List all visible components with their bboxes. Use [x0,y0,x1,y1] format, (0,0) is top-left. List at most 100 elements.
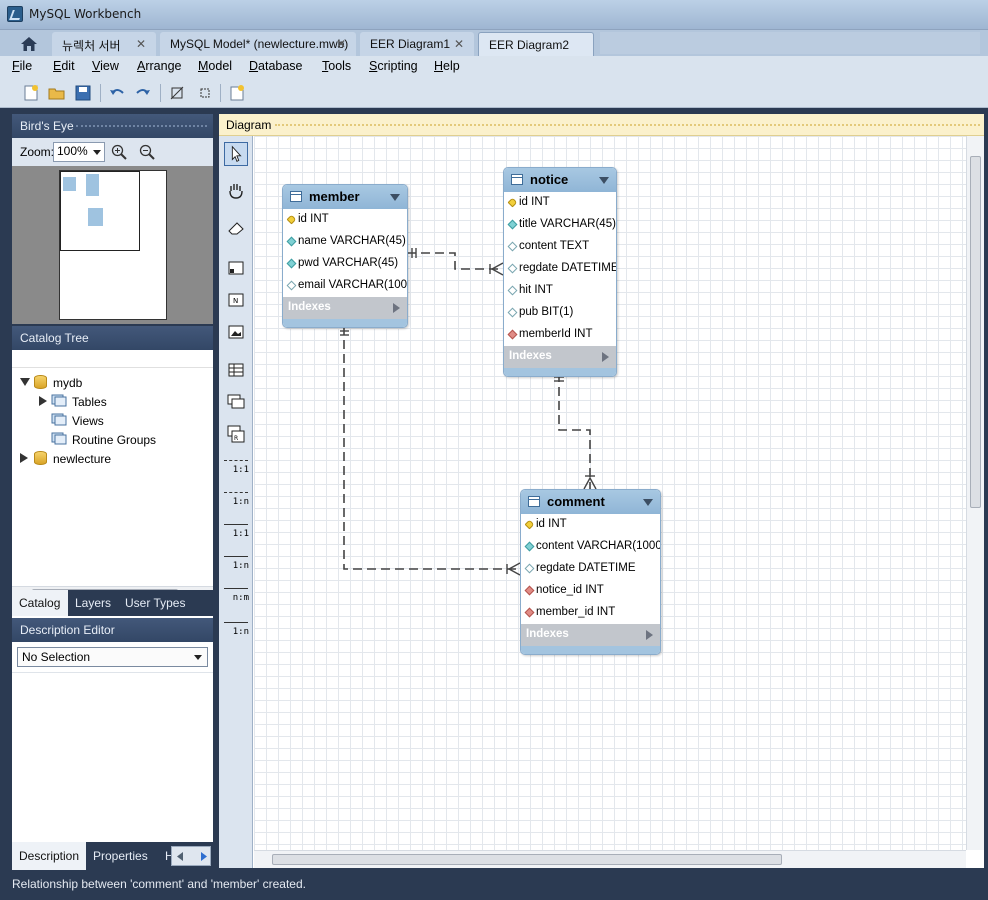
scrollbar-thumb[interactable] [970,156,981,508]
indexes-section[interactable]: Indexes [521,624,660,646]
diagram-vertical-scrollbar[interactable] [966,136,984,850]
entity-header[interactable]: member [283,185,407,209]
tab-model[interactable]: MySQL Model* (newlecture.mwb) ✕ [160,32,356,56]
close-icon[interactable]: ✕ [454,37,464,51]
entity-notice[interactable]: notice id INT title VARCHAR(45) content … [503,167,617,377]
column-row[interactable]: regdate DATETIME [504,258,616,280]
column-row[interactable]: member_id INT [521,602,660,624]
zoom-out-icon[interactable] [139,144,155,160]
menu-tools[interactable]: Tools [322,59,351,73]
relationship-member-comment[interactable] [343,326,520,570]
relationship-member-notice[interactable] [407,252,503,270]
tree-item-views[interactable]: Views [72,414,104,428]
layer-tool-icon[interactable] [224,256,248,280]
tab-user-types[interactable]: User Types [118,590,192,616]
column-row[interactable]: content TEXT [504,236,616,258]
close-icon[interactable]: ✕ [136,37,146,51]
collapse-icon[interactable] [20,453,28,463]
entity-header[interactable]: comment [521,490,660,514]
image-tool-icon[interactable] [224,320,248,344]
tab-layers[interactable]: Layers [68,590,118,616]
menu-database[interactable]: Database [249,59,303,73]
collapse-caret-icon[interactable] [390,194,400,201]
description-object-select[interactable]: No Selection [17,647,208,667]
note-tool-icon[interactable]: N [224,288,248,312]
entity-comment[interactable]: comment id INT content VARCHAR(1000) reg… [520,489,661,655]
expand-arrow-icon[interactable] [602,352,609,362]
menu-scripting[interactable]: Scripting [369,59,418,73]
column-row[interactable]: notice_id INT [521,580,660,602]
entity-header[interactable]: notice [504,168,616,192]
view-tool-icon[interactable] [224,390,248,414]
menu-arrange[interactable]: Arrange [137,59,181,73]
menu-help[interactable]: Help [434,59,460,73]
eraser-tool-icon[interactable] [224,216,248,240]
tree-item-newlecture[interactable]: newlecture [53,452,111,466]
close-icon[interactable]: ✕ [336,37,346,51]
table-tool-icon[interactable] [224,358,248,382]
save-icon[interactable] [74,84,92,102]
column-row[interactable]: regdate DATETIME [521,558,660,580]
tab-connection[interactable]: 뉴렉처 서버 ✕ [52,32,156,56]
toggle-grid-icon[interactable] [168,84,186,102]
collapse-caret-icon[interactable] [643,499,653,506]
expand-arrow-icon[interactable] [393,303,400,313]
undo-icon[interactable] [108,84,126,102]
tree-item-tables[interactable]: Tables [72,395,107,409]
new-diagram-icon[interactable] [228,84,246,102]
menu-edit[interactable]: Edit [53,59,75,73]
column-row[interactable]: memberId INT [504,324,616,346]
diagram-canvas[interactable]: member id INT name VARCHAR(45) pwd VARCH… [254,136,966,850]
entity-member[interactable]: member id INT name VARCHAR(45) pwd VARCH… [282,184,408,328]
tab-description[interactable]: Description [12,842,86,870]
align-grid-icon[interactable] [196,84,214,102]
column-row[interactable]: id INT [283,209,407,231]
rel-1-1-identifying[interactable]: 1:1 [222,520,250,542]
tab-eer-diagram2[interactable]: EER Diagram2 [478,32,594,56]
new-file-icon[interactable] [22,84,40,102]
open-folder-icon[interactable] [48,84,66,102]
tab-catalog[interactable]: Catalog [12,590,68,616]
column-row[interactable]: email VARCHAR(100) [283,275,407,297]
rel-1-1-non-identifying[interactable]: 1:1 [222,456,250,478]
expand-arrow-icon[interactable] [646,630,653,640]
menu-view[interactable]: View [92,59,119,73]
relationship-notice-comment[interactable] [558,373,591,489]
tree-item-routine-groups[interactable]: Routine Groups [72,433,156,447]
column-row[interactable]: content VARCHAR(1000) [521,536,660,558]
select-tool-icon[interactable] [224,142,248,166]
description-textarea[interactable] [12,672,213,842]
menu-model[interactable]: Model [198,59,232,73]
scrollbar-thumb[interactable] [272,854,782,865]
rel-1-n-non-identifying[interactable]: 1:n [222,488,250,510]
column-row[interactable]: title VARCHAR(45) [504,214,616,236]
column-row[interactable]: pwd VARCHAR(45) [283,253,407,275]
collapse-caret-icon[interactable] [599,177,609,184]
tab-scroll-arrows[interactable] [171,846,211,866]
column-row[interactable]: name VARCHAR(45) [283,231,407,253]
tree-item-mydb[interactable]: mydb [53,376,82,390]
column-row[interactable]: pub BIT(1) [504,302,616,324]
birds-eye-minimap[interactable] [59,170,167,320]
column-row[interactable]: hit INT [504,280,616,302]
tab-properties[interactable]: Properties [86,842,155,870]
indexes-section[interactable]: Indexes [504,346,616,368]
collapse-icon[interactable] [39,396,47,406]
rel-n-m-identifying[interactable]: n:m [222,584,250,606]
zoom-in-icon[interactable] [111,144,127,160]
zoom-select[interactable]: 100% [53,142,105,162]
hand-tool-icon[interactable] [224,178,248,202]
tab-home[interactable] [12,32,48,56]
indexes-section[interactable]: Indexes [283,297,407,319]
routine-group-tool-icon[interactable]: R [224,422,248,446]
column-row[interactable]: id INT [521,514,660,536]
rel-1-n-identifying[interactable]: 1:n [222,552,250,574]
expand-icon[interactable] [20,378,30,386]
menu-file[interactable]: File [12,59,32,73]
tab-eer-diagram1[interactable]: EER Diagram1 ✕ [360,32,474,56]
catalog-filter-input[interactable] [12,350,213,368]
rel-1-n-existing-columns[interactable]: 1:n [222,618,250,640]
diagram-horizontal-scrollbar[interactable] [254,850,966,868]
column-row[interactable]: id INT [504,192,616,214]
redo-icon[interactable] [134,84,152,102]
